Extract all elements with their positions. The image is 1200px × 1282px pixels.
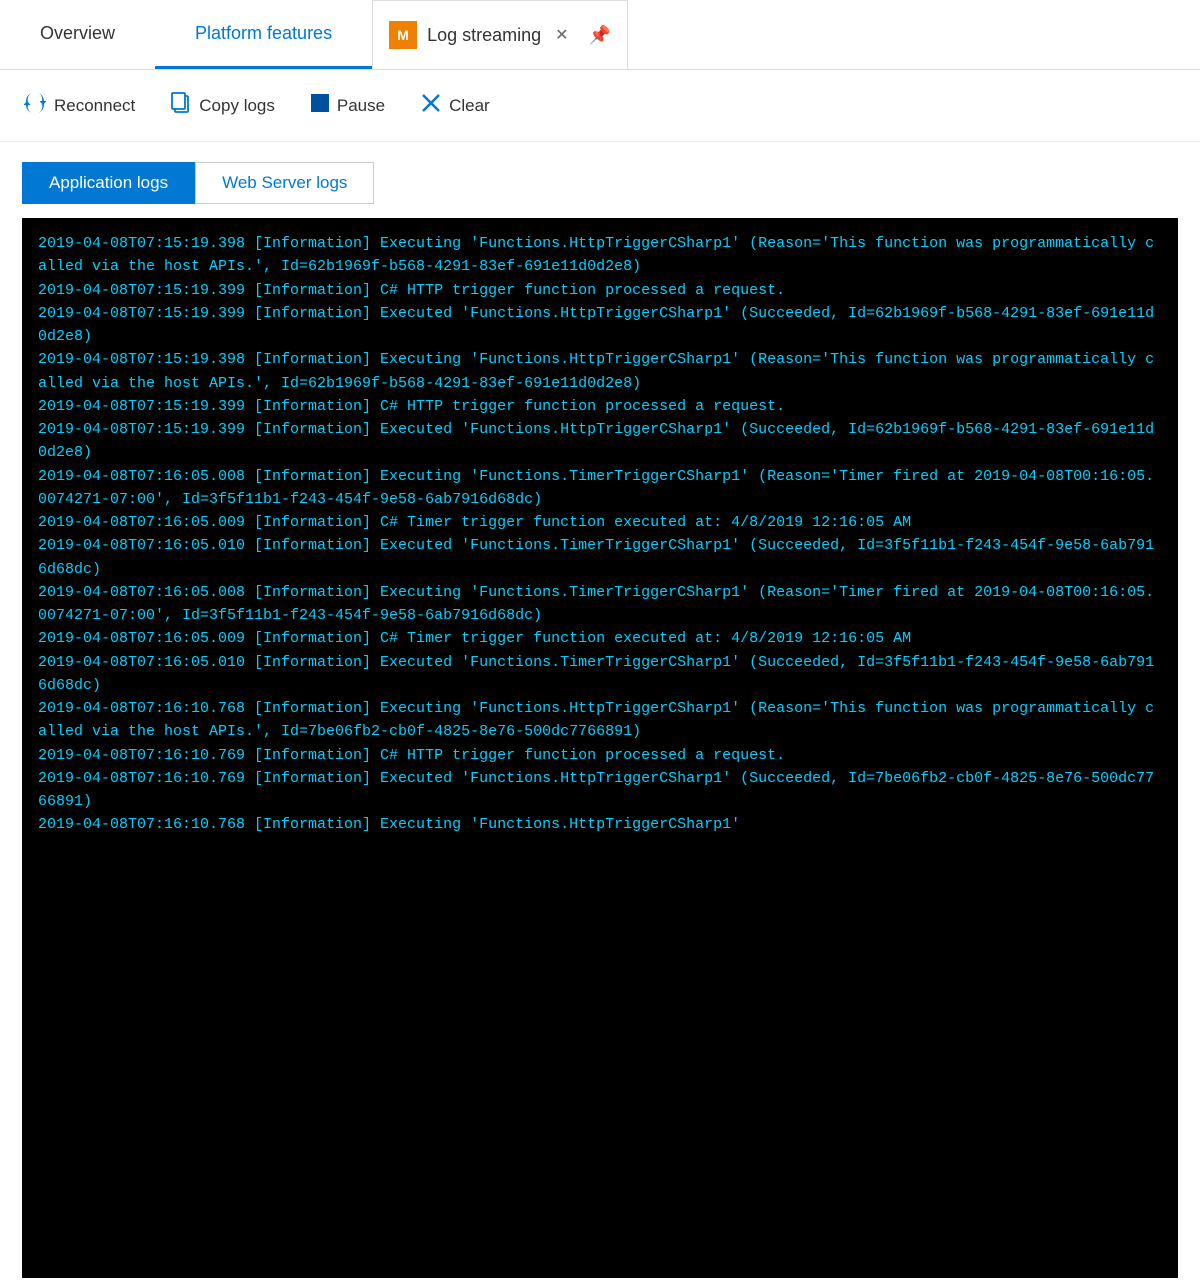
log-line: 2019-04-08T07:16:05.010 [Information] Ex… (38, 651, 1162, 698)
reconnect-label: Reconnect (54, 96, 135, 116)
pause-icon (311, 94, 329, 118)
pause-label: Pause (337, 96, 385, 116)
tab-overview[interactable]: Overview (0, 0, 155, 69)
clear-icon (421, 93, 441, 119)
log-line: 2019-04-08T07:16:05.008 [Information] Ex… (38, 465, 1162, 512)
log-line: 2019-04-08T07:16:10.768 [Information] Ex… (38, 813, 1162, 836)
log-console[interactable]: 2019-04-08T07:15:19.398 [Information] Ex… (22, 218, 1178, 1278)
log-line: 2019-04-08T07:16:05.009 [Information] C#… (38, 627, 1162, 650)
pause-button[interactable]: Pause (311, 94, 385, 118)
log-streaming-label: Log streaming (427, 25, 541, 46)
reconnect-icon (24, 93, 46, 119)
log-line: 2019-04-08T07:15:19.399 [Information] C#… (38, 279, 1162, 302)
clear-label: Clear (449, 96, 490, 116)
copy-logs-label: Copy logs (199, 96, 275, 116)
tab-platform-features[interactable]: Platform features (155, 0, 372, 69)
copy-icon (171, 92, 191, 120)
log-streaming-icon: M (389, 21, 417, 49)
reconnect-button[interactable]: Reconnect (24, 93, 135, 119)
log-line: 2019-04-08T07:15:19.399 [Information] C#… (38, 395, 1162, 418)
log-line: 2019-04-08T07:16:10.768 [Information] Ex… (38, 697, 1162, 744)
copy-logs-button[interactable]: Copy logs (171, 92, 275, 120)
log-line: 2019-04-08T07:16:10.769 [Information] C#… (38, 744, 1162, 767)
log-line: 2019-04-08T07:16:05.009 [Information] C#… (38, 511, 1162, 534)
clear-button[interactable]: Clear (421, 93, 490, 119)
log-line: 2019-04-08T07:15:19.399 [Information] Ex… (38, 302, 1162, 349)
close-icon[interactable]: ✕ (551, 23, 572, 47)
tab-application-logs[interactable]: Application logs (22, 162, 195, 204)
tab-web-server-logs[interactable]: Web Server logs (195, 162, 374, 204)
log-line: 2019-04-08T07:15:19.398 [Information] Ex… (38, 348, 1162, 395)
tab-log-streaming[interactable]: M Log streaming ✕ 📌 (372, 0, 628, 69)
pin-icon[interactable]: 📌 (589, 25, 611, 46)
log-line: 2019-04-08T07:15:19.398 [Information] Ex… (38, 232, 1162, 279)
log-line: 2019-04-08T07:15:19.399 [Information] Ex… (38, 418, 1162, 465)
log-line: 2019-04-08T07:16:10.769 [Information] Ex… (38, 767, 1162, 814)
log-type-tabs: Application logs Web Server logs (0, 142, 1200, 204)
log-line: 2019-04-08T07:16:05.008 [Information] Ex… (38, 581, 1162, 628)
log-line: 2019-04-08T07:16:05.010 [Information] Ex… (38, 534, 1162, 581)
tab-bar: Overview Platform features M Log streami… (0, 0, 1200, 70)
toolbar: Reconnect Copy logs Pause Clear (0, 70, 1200, 142)
